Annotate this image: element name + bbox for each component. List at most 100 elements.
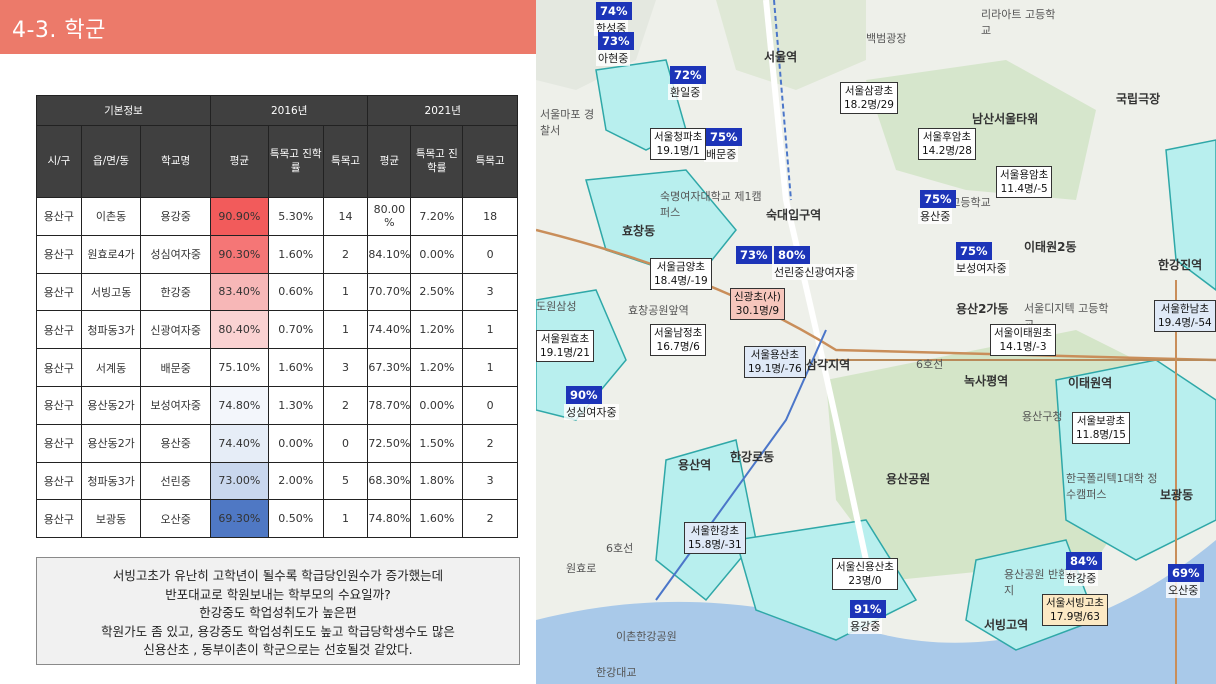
elementary-school-label[interactable]: 서울청파초 19.1명/1 xyxy=(650,128,707,160)
table-cell: 1.30% xyxy=(267,385,324,425)
table-cell: 0.60% xyxy=(267,272,324,312)
elementary-school-label[interactable]: 서울한남초 19.4명/-54 xyxy=(1154,300,1216,332)
table-cell: 청파동3가 xyxy=(80,310,142,350)
elementary-school-label[interactable]: 서울용산초 19.1명/-76 xyxy=(744,346,806,378)
table-cell: 2 xyxy=(462,423,518,463)
elementary-school-label[interactable]: 서울남정초 16.7명/6 xyxy=(650,324,707,356)
middle-school-rate-badge[interactable]: 73% xyxy=(598,32,634,50)
table-cell: 청파동3가 xyxy=(80,461,142,501)
place-label: 한강진역 xyxy=(1158,258,1203,272)
middle-school-rate-badge[interactable]: 74% xyxy=(596,2,632,20)
elementary-school-stat: 18.4명/-19 xyxy=(654,275,708,287)
elementary-school-stat: 14.1명/-3 xyxy=(999,341,1047,353)
middle-school-rate-badge[interactable]: 73% xyxy=(736,246,772,264)
group-header-2021: 2021년 xyxy=(367,95,518,126)
middle-school-rate-badge[interactable]: 90% xyxy=(566,386,602,404)
group-header-basic: 기본정보 xyxy=(36,95,211,126)
col-header-dong: 읍/면/동 xyxy=(80,125,142,198)
middle-school-rate-badge[interactable]: 75% xyxy=(956,242,992,260)
table-cell: 1.60% xyxy=(267,234,324,274)
elementary-school-label[interactable]: 서울신용산초 23명/0 xyxy=(832,558,898,590)
middle-school-rate-badge[interactable]: 84% xyxy=(1066,552,1102,570)
place-label: 이태원2동 xyxy=(1024,240,1077,254)
table-cell: 용산동2가 xyxy=(80,423,142,463)
elementary-school-label[interactable]: 서울금양초 18.4명/-19 xyxy=(650,258,712,290)
elementary-school-stat: 18.2명/29 xyxy=(844,99,894,111)
place-label: 이태원역 xyxy=(1068,376,1113,390)
table-cell: 신광여자중 xyxy=(140,310,211,350)
elementary-school-label[interactable]: 신광초(사) 30.1명/9 xyxy=(730,288,785,320)
table-cell: 69.30% xyxy=(209,499,269,539)
table-row: 용산구 청파동3가 선린중 73.00% 2.00% 5 68.30% 1.80% 3 xyxy=(36,461,518,501)
table-cell: 0.50% xyxy=(267,499,324,539)
table-cell: 용산중 xyxy=(140,423,211,463)
table-cell: 14 xyxy=(322,197,369,236)
school-district-map[interactable]: 서울역 백범광장 남산서울타워 국립극장 리라아트 고등학교 숙명여자대학교 제… xyxy=(536,0,1216,684)
table-row: 용산구 보광동 오산중 69.30% 0.50% 1 74.80% 1.60% 2 xyxy=(36,499,518,539)
middle-school-rate-badge[interactable]: 69% xyxy=(1168,564,1204,582)
table-cell: 5.30% xyxy=(267,197,324,236)
elementary-school-label[interactable]: 서울후암초 14.2명/28 xyxy=(918,128,976,160)
table-row: 용산구 서계동 배문중 75.10% 1.60% 3 67.30% 1.20% 1 xyxy=(36,348,518,387)
table-cell: 1.60% xyxy=(410,499,464,539)
slide-title: 4-3. 학군 xyxy=(12,18,106,43)
middle-school-rate-badge[interactable]: 75% xyxy=(706,128,742,146)
table-cell: 용산구 xyxy=(36,348,82,387)
table-cell: 70.70% xyxy=(367,272,412,312)
middle-school-rate-badge[interactable]: 80% xyxy=(774,246,810,264)
place-label: 6호선 xyxy=(916,358,944,371)
elementary-school-stat: 23명/0 xyxy=(848,575,882,587)
place-label: 보광동 xyxy=(1160,488,1194,502)
table-cell: 73.00% xyxy=(209,461,269,501)
table-cell: 용산동2가 xyxy=(80,385,142,425)
place-label: 한강대교 xyxy=(596,666,637,679)
col-header-count-2021: 특목고 xyxy=(462,125,518,198)
elementary-school-name: 서울서빙고초 xyxy=(1046,597,1104,609)
table-cell: 3 xyxy=(462,461,518,501)
note-line: 한강중도 학업성취도가 높은편 xyxy=(199,605,357,620)
table-cell: 용산구 xyxy=(36,499,82,539)
middle-school-name: 한강중 xyxy=(1064,570,1099,586)
table-cell: 80.40% xyxy=(209,310,269,350)
elementary-school-name: 서울한남초 xyxy=(1160,303,1210,315)
elementary-school-label[interactable]: 서울한강초 15.8명/-31 xyxy=(684,522,746,554)
elementary-school-label[interactable]: 서울삼광초 18.2명/29 xyxy=(840,82,898,114)
table-cell: 90.30% xyxy=(209,234,269,274)
table-row: 용산구 서빙고동 한강중 83.40% 0.60% 1 70.70% 2.50% 3 xyxy=(36,272,518,312)
elementary-school-name: 서울삼광초 xyxy=(844,85,894,97)
group-header-2016: 2016년 xyxy=(209,95,369,126)
place-label: 용산공원 xyxy=(886,472,931,486)
elementary-school-stat: 16.7명/6 xyxy=(656,341,700,353)
middle-school-rate-badge[interactable]: 75% xyxy=(920,190,956,208)
table-cell: 용산구 xyxy=(36,272,82,312)
table-cell: 서계동 xyxy=(80,348,142,387)
middle-school-name: 오산중 xyxy=(1166,582,1201,598)
elementary-school-label[interactable]: 서울보광초 11.8명/15 xyxy=(1072,412,1130,444)
place-label: 용산구청 xyxy=(1022,410,1063,423)
place-label: 6호선 xyxy=(606,542,634,555)
elementary-school-name: 서울금양초 xyxy=(656,261,706,273)
elementary-school-label[interactable]: 서울이태원초 14.1명/-3 xyxy=(990,324,1056,356)
table-cell: 1 xyxy=(322,310,369,350)
middle-school-name: 성심여자중 xyxy=(564,404,619,420)
table-cell: 1.50% xyxy=(410,423,464,463)
middle-school-rate-badge[interactable]: 91% xyxy=(850,600,886,618)
col-header-school: 학교명 xyxy=(140,125,211,198)
place-label: 원효로 xyxy=(566,562,597,575)
elementary-school-stat: 19.1명/-76 xyxy=(748,363,802,375)
table-cell: 74.80% xyxy=(367,499,412,539)
middle-school-rate-badge[interactable]: 72% xyxy=(670,66,706,84)
col-header-rate-2016: 특목고 진학률 xyxy=(267,125,324,198)
elementary-school-stat: 11.4명/-5 xyxy=(1000,183,1048,195)
elementary-school-name: 서울청파초 xyxy=(654,131,703,143)
place-label: 국립극장 xyxy=(1116,92,1161,106)
elementary-school-name: 서울보광초 xyxy=(1076,415,1126,427)
elementary-school-label[interactable]: 서울서빙고초 17.9명/63 xyxy=(1042,594,1108,626)
table-cell: 용강중 xyxy=(140,197,211,236)
table-cell: 용산구 xyxy=(36,234,82,274)
elementary-school-label[interactable]: 서울용암초 11.4명/-5 xyxy=(996,166,1053,198)
place-label: 숙명여자대학교 제1캠퍼스 xyxy=(660,190,762,219)
col-header-rate-2021: 특목고 진학률 xyxy=(410,125,464,198)
table-cell: 84.10% xyxy=(367,234,412,274)
elementary-school-label[interactable]: 서울원효초 19.1명/21 xyxy=(536,330,594,362)
